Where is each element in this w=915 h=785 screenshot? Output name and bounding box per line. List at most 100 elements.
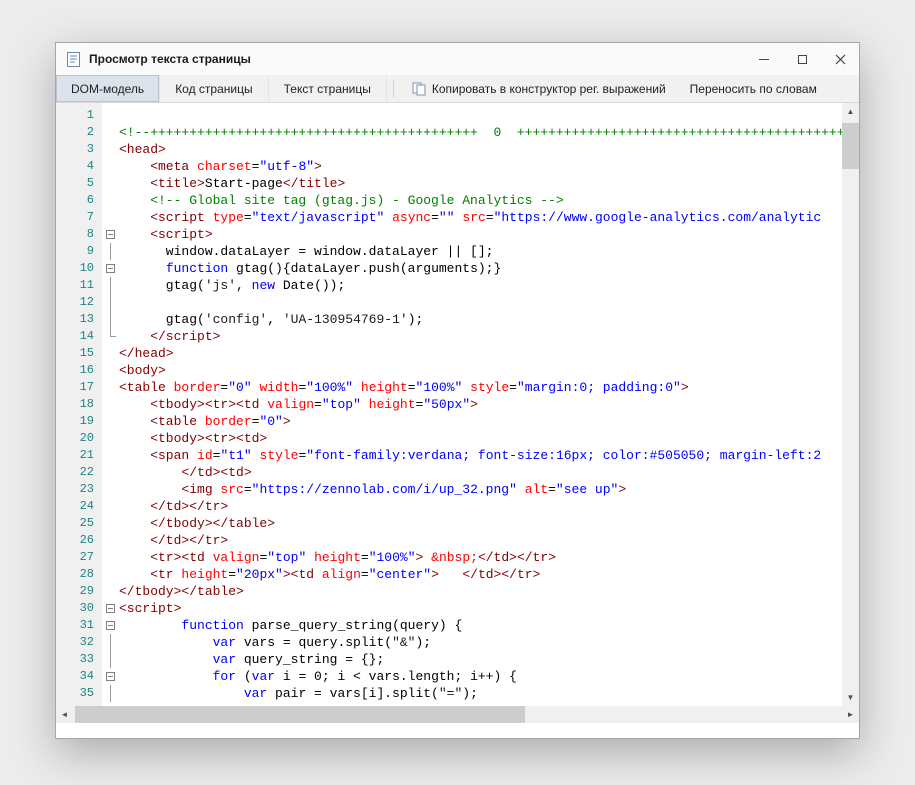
code-line-24: 24 </td></tr>: [56, 498, 842, 515]
code-text: </td><td>: [119, 464, 252, 481]
token-plain: [517, 482, 525, 497]
code-editor[interactable]: 12 <!--++++++++++++++++++++++++++++++++++…: [56, 103, 842, 706]
token-attr: type: [213, 210, 244, 225]
token-tag: <table: [119, 380, 174, 395]
code-line-9: 9 window.dataLayer = window.dataLayer ||…: [56, 243, 842, 260]
token-tag: <img: [119, 482, 220, 497]
code-text: <meta charset="utf-8">: [119, 158, 322, 175]
app-window: Просмотр текста страницы DOM-модельКод с…: [55, 42, 860, 739]
fold-guide-line: [110, 277, 111, 294]
token-comment: <!--++++++++++++++++++++++++++++++++++++…: [119, 125, 842, 140]
token-plain: [361, 397, 369, 412]
tab-strip: DOM-модельКод страницыТекст страницы Коп…: [56, 75, 859, 103]
vertical-scrollbar[interactable]: ▲ ▼: [842, 103, 859, 706]
fold-collapse-icon[interactable]: [106, 264, 115, 273]
tab-dom-model[interactable]: DOM-модель: [56, 75, 160, 102]
token-tag: </head>: [119, 346, 174, 361]
fold-collapse-icon[interactable]: [106, 230, 115, 239]
token-plain: =: [361, 567, 369, 582]
token-val: "0": [228, 380, 251, 395]
token-attr: async: [392, 210, 431, 225]
code-text: <table border="0">: [119, 413, 291, 430]
code-line-20: 20 <tbody><tr><td>: [56, 430, 842, 447]
maximize-button[interactable]: [783, 43, 821, 75]
tab-page-code[interactable]: Код страницы: [160, 75, 268, 102]
code-line-3: 3<head>: [56, 141, 842, 158]
token-kw: var: [252, 669, 275, 684]
line-number: 24: [56, 498, 102, 515]
titlebar: Просмотр текста страницы: [56, 43, 859, 75]
token-plain: );: [408, 312, 424, 327]
token-attr: height: [181, 567, 228, 582]
fold-margin: [102, 634, 119, 651]
fold-guide-line: [110, 294, 111, 311]
fold-margin: [102, 141, 119, 158]
line-number: 17: [56, 379, 102, 396]
code-text: <script type="text/javascript" async="" …: [119, 209, 821, 226]
token-kw: var: [213, 652, 236, 667]
token-plain: [384, 210, 392, 225]
token-plain: vars = query.split(: [236, 635, 392, 650]
code-text: <span id="t1" style="font-family:verdana…: [119, 447, 821, 464]
token-tag: </tbody></table>: [119, 584, 244, 599]
token-tag: >: [681, 380, 689, 395]
token-val: "50px": [423, 397, 470, 412]
fold-margin: [102, 464, 119, 481]
code-text: <script>: [119, 600, 181, 617]
line-number: 30: [56, 600, 102, 617]
fold-margin: [102, 481, 119, 498]
copy-to-regex-button[interactable]: Копировать в конструктор рег. выражений: [400, 75, 678, 102]
token-plain: (: [236, 669, 252, 684]
token-plain: parse_query_string(query) {: [244, 618, 462, 633]
window-controls: [745, 43, 859, 75]
code-text: </tbody></table>: [119, 583, 244, 600]
token-val: "see up": [556, 482, 618, 497]
fold-collapse-icon[interactable]: [106, 604, 115, 613]
fold-collapse-icon[interactable]: [106, 672, 115, 681]
scroll-right-icon[interactable]: ►: [842, 706, 859, 723]
fold-guide-line: [110, 685, 111, 702]
horizontal-scrollbar[interactable]: ◄ ►: [56, 706, 859, 723]
scroll-down-icon[interactable]: ▼: [842, 689, 859, 706]
code-line-33: 33 var query_string = {};: [56, 651, 842, 668]
code-line-12: 12: [56, 294, 842, 311]
fold-margin: [102, 209, 119, 226]
line-number: 33: [56, 651, 102, 668]
token-val: "0": [259, 414, 282, 429]
code-line-15: 15</head>: [56, 345, 842, 362]
tab-page-text[interactable]: Текст страницы: [269, 75, 387, 102]
scroll-up-icon[interactable]: ▲: [842, 103, 859, 120]
line-number: 19: [56, 413, 102, 430]
vertical-scroll-thumb[interactable]: [842, 123, 859, 169]
code-line-8: 8 <script>: [56, 226, 842, 243]
fold-margin: [102, 362, 119, 379]
token-attr: align: [322, 567, 361, 582]
scroll-left-icon[interactable]: ◄: [56, 706, 73, 723]
fold-guide-line: [110, 651, 111, 668]
code-text: </td></tr>: [119, 532, 228, 549]
token-tag: <meta: [119, 159, 197, 174]
minimize-button[interactable]: [745, 43, 783, 75]
token-plain: Date());: [275, 278, 345, 293]
token-kw: new: [252, 278, 275, 293]
token-plain: [119, 686, 244, 701]
token-plain: =: [361, 550, 369, 565]
word-wrap-button[interactable]: Переносить по словам: [678, 75, 829, 102]
code-text: var query_string = {};: [119, 651, 384, 668]
line-number: 13: [56, 311, 102, 328]
fold-margin: [102, 583, 119, 600]
close-button[interactable]: [821, 43, 859, 75]
token-val: "utf-8": [259, 159, 314, 174]
horizontal-scroll-thumb[interactable]: [75, 706, 525, 723]
fold-margin: [102, 192, 119, 209]
token-entity: &nbsp;: [431, 550, 478, 565]
code-line-10: 10 function gtag(){dataLayer.push(argume…: [56, 260, 842, 277]
token-tag: <script: [119, 210, 213, 225]
code-text: <head>: [119, 141, 166, 158]
token-tag: </title>: [283, 176, 345, 191]
token-tag: <tbody><tr><td>: [119, 431, 267, 446]
maximize-icon: [798, 55, 807, 64]
fold-collapse-icon[interactable]: [106, 621, 115, 630]
token-tag: </td></tr>: [119, 533, 228, 548]
token-plain: Start-page: [205, 176, 283, 191]
